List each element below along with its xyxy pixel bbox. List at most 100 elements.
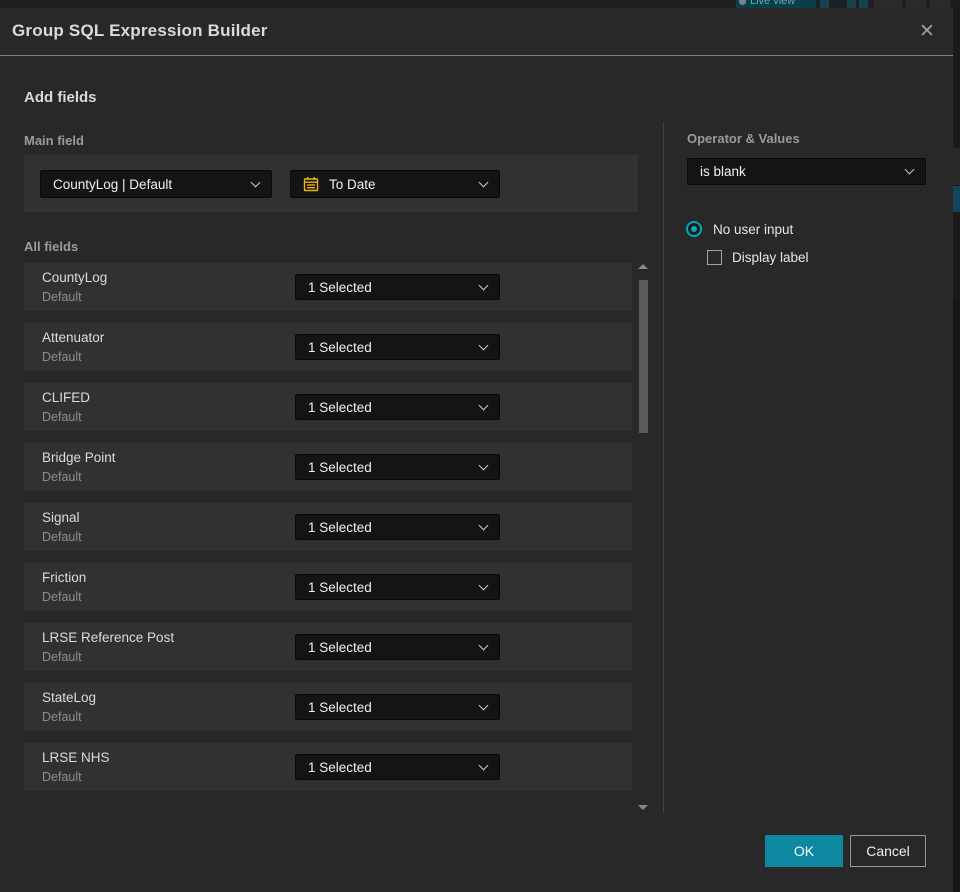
field-selection-value: 1 Selected	[308, 639, 372, 655]
field-selection-dropdown[interactable]: 1 Selected	[295, 274, 500, 300]
field-row: LRSE NHS Default 1 Selected	[24, 743, 632, 791]
main-field-dropdown[interactable]: CountyLog | Default	[40, 170, 272, 198]
chevron-down-icon	[904, 164, 915, 175]
field-name: StateLog	[42, 690, 97, 705]
calendar-date-icon	[303, 176, 319, 192]
main-field-type-value: To Date	[329, 176, 376, 192]
background-selection-partial	[953, 186, 960, 212]
display-label-label: Display label	[732, 250, 809, 265]
field-selection-value: 1 Selected	[308, 399, 372, 415]
field-name: Friction	[42, 570, 87, 585]
close-icon[interactable]: ✕	[914, 18, 940, 44]
field-subtitle: Default	[42, 650, 82, 664]
field-selection-dropdown[interactable]: 1 Selected	[295, 514, 500, 540]
background-panel-partial	[953, 148, 960, 185]
panel-divider	[663, 122, 664, 813]
field-selection-dropdown[interactable]: 1 Selected	[295, 634, 500, 660]
chevron-down-icon	[478, 640, 489, 650]
field-row: LRSE Reference Post Default 1 Selected	[24, 623, 632, 671]
field-subtitle: Default	[42, 290, 82, 304]
field-subtitle: Default	[42, 470, 82, 484]
checkbox-unchecked-icon	[707, 250, 722, 265]
chevron-down-icon	[478, 340, 489, 350]
field-selection-dropdown[interactable]: 1 Selected	[295, 574, 500, 600]
chevron-down-icon	[250, 177, 261, 187]
field-row: StateLog Default 1 Selected	[24, 683, 632, 731]
main-field-type-dropdown[interactable]: To Date	[290, 170, 500, 198]
background-app-top-strip: Live view	[0, 0, 953, 8]
live-view-label: Live view	[750, 0, 796, 7]
field-selection-value: 1 Selected	[308, 339, 372, 355]
field-selection-value: 1 Selected	[308, 519, 372, 535]
field-subtitle: Default	[42, 770, 82, 784]
field-name: Bridge Point	[42, 450, 116, 465]
field-selection-dropdown[interactable]: 1 Selected	[295, 454, 500, 480]
field-selection-value: 1 Selected	[308, 699, 372, 715]
add-fields-heading: Add fields	[24, 89, 97, 106]
field-subtitle: Default	[42, 710, 82, 724]
chevron-down-icon	[478, 460, 489, 470]
dialog-title: Group SQL Expression Builder	[12, 21, 268, 40]
screen: Live view Group SQL Expression Builder ✕…	[0, 0, 960, 892]
field-selection-dropdown[interactable]: 1 Selected	[295, 394, 500, 420]
field-name: CLIFED	[42, 390, 91, 405]
chevron-down-icon	[478, 700, 489, 710]
field-row: Attenuator Default 1 Selected	[24, 323, 632, 371]
no-user-input-label: No user input	[713, 221, 794, 237]
field-subtitle: Default	[42, 410, 82, 424]
chevron-down-icon	[478, 400, 489, 410]
scroll-up-icon[interactable]	[638, 264, 648, 269]
field-subtitle: Default	[42, 350, 82, 364]
all-fields-list: CountyLog Default 1 Selected Attenuator Defa…	[24, 263, 632, 803]
background-panel-partial	[953, 300, 960, 892]
operator-values-label: Operator & Values	[687, 131, 800, 146]
field-subtitle: Default	[42, 530, 82, 544]
field-row: CountyLog Default 1 Selected	[24, 263, 632, 311]
toolbar-button-partial	[874, 0, 902, 8]
toolbar-button-partial	[820, 0, 829, 8]
field-name: Signal	[42, 510, 80, 525]
main-field-dropdown-value: CountyLog | Default	[53, 176, 173, 192]
toolbar-button-partial	[930, 0, 950, 8]
toolbar-button-partial	[906, 0, 926, 8]
field-name: Attenuator	[42, 330, 105, 345]
fields-list-scrollbar[interactable]	[636, 255, 650, 815]
background-app-right-strip	[953, 0, 960, 892]
display-label-checkbox[interactable]: Display label	[707, 250, 809, 265]
live-view-dot-icon	[739, 0, 746, 5]
group-sql-expression-builder-dialog: Group SQL Expression Builder ✕ Add field…	[0, 8, 953, 892]
field-selection-value: 1 Selected	[308, 459, 372, 475]
field-row: CLIFED Default 1 Selected	[24, 383, 632, 431]
scrollbar-thumb[interactable]	[639, 280, 648, 433]
field-selection-value: 1 Selected	[308, 759, 372, 775]
scroll-down-icon[interactable]	[638, 805, 648, 810]
toolbar-button-partial	[859, 0, 868, 8]
field-row: Bridge Point Default 1 Selected	[24, 443, 632, 491]
toolbar-button-partial	[847, 0, 856, 8]
field-name: CountyLog	[42, 270, 108, 285]
cancel-button[interactable]: Cancel	[850, 835, 926, 867]
main-field-label: Main field	[24, 133, 84, 148]
field-selection-value: 1 Selected	[308, 579, 372, 595]
field-selection-dropdown[interactable]: 1 Selected	[295, 694, 500, 720]
field-selection-dropdown[interactable]: 1 Selected	[295, 334, 500, 360]
field-row: Signal Default 1 Selected	[24, 503, 632, 551]
chevron-down-icon	[478, 177, 489, 187]
field-name: LRSE NHS	[42, 750, 110, 765]
ok-button[interactable]: OK	[765, 835, 843, 867]
field-name: LRSE Reference Post	[42, 630, 175, 645]
field-row: Friction Default 1 Selected	[24, 563, 632, 611]
operator-dropdown-value: is blank	[700, 164, 746, 179]
chevron-down-icon	[478, 520, 489, 530]
chevron-down-icon	[478, 580, 489, 590]
chevron-down-icon	[478, 760, 489, 770]
field-selection-dropdown[interactable]: 1 Selected	[295, 754, 500, 780]
dialog-header: Group SQL Expression Builder ✕	[0, 8, 953, 56]
live-view-button-partial[interactable]: Live view	[736, 0, 816, 8]
no-user-input-radio[interactable]: No user input	[686, 221, 793, 237]
field-subtitle: Default	[42, 590, 82, 604]
main-field-panel: CountyLog | Default To Date	[24, 155, 638, 212]
all-fields-label: All fields	[24, 239, 79, 254]
operator-dropdown[interactable]: is blank	[687, 158, 926, 185]
chevron-down-icon	[478, 280, 489, 290]
